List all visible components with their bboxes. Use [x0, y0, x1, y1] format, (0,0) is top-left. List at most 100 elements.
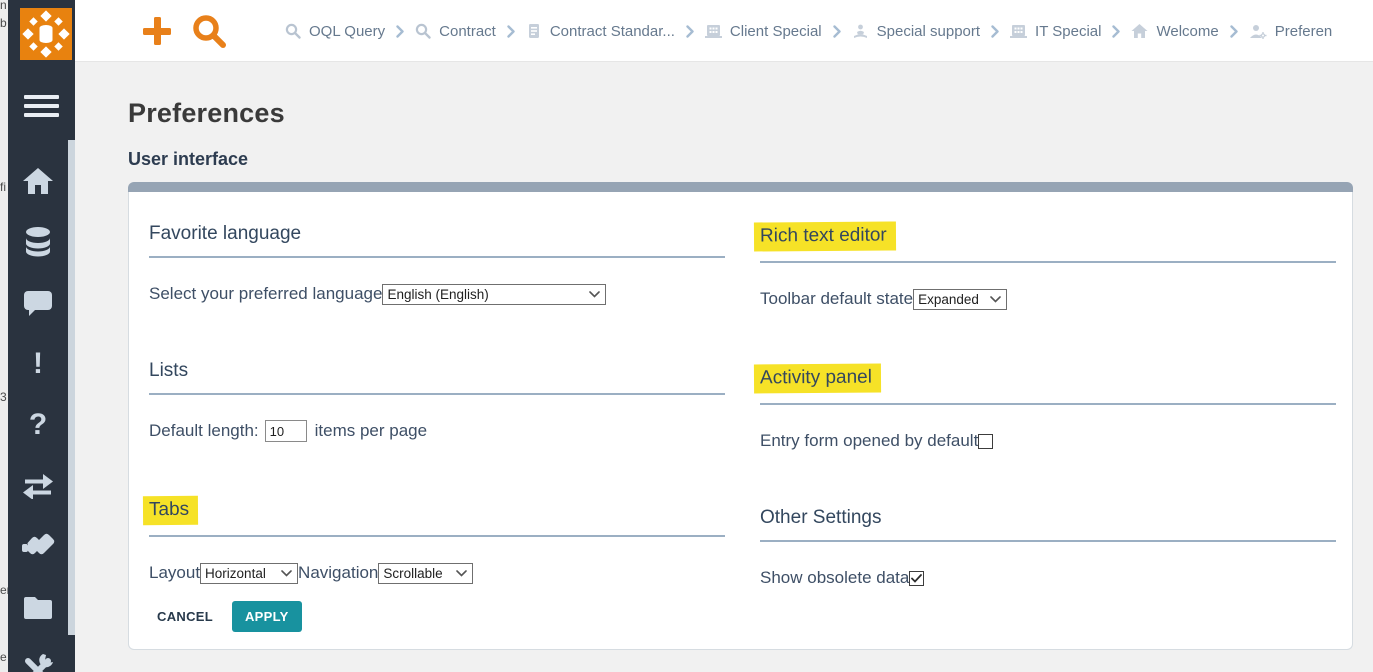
default-length-input[interactable]: [265, 420, 307, 442]
favorite-language-title: Favorite language: [149, 222, 725, 246]
breadcrumb-label: Special support: [877, 23, 980, 40]
home-icon: [1131, 23, 1148, 39]
breadcrumb: OQL Query Contract Contract Standar... C…: [285, 0, 1373, 62]
sidebar-item-admin-tools[interactable]: [8, 638, 68, 672]
navigation-label: Navigation: [298, 563, 378, 583]
show-obsolete-label: Show obsolete data: [760, 568, 909, 588]
tabs-navigation-select[interactable]: Scrollable: [378, 563, 473, 584]
chevron-right-icon: [991, 25, 999, 38]
support-icon: [852, 23, 869, 40]
breadcrumb-label: Preferen: [1275, 23, 1333, 40]
breadcrumb-item-contract-standard[interactable]: Contract Standar...: [526, 23, 675, 40]
form-actions: CANCEL APPLY: [157, 601, 725, 632]
toolbar-state-select[interactable]: Expanded: [913, 289, 1007, 310]
organization-icon: [705, 23, 722, 39]
page-title: Preferences: [128, 98, 1373, 128]
apply-button[interactable]: APPLY: [232, 601, 302, 632]
breadcrumb-label: IT Special: [1035, 23, 1101, 40]
check-icon: [911, 574, 922, 583]
itop-logo[interactable]: [20, 8, 72, 60]
section-tabs: Tabs Layout Horizontal Navigation Scroll…: [149, 496, 725, 632]
section-divider: [149, 393, 725, 395]
chevron-down-icon: [589, 291, 600, 298]
entry-form-checkbox[interactable]: [978, 434, 993, 449]
sidebar-nav: ! ?: [8, 150, 68, 672]
entry-form-label: Entry form opened by default: [760, 431, 978, 451]
breadcrumb-item-it-special[interactable]: IT Special: [1010, 23, 1101, 40]
section-other-settings: Other Settings Show obsolete data: [760, 506, 1336, 590]
sidebar-item-documents[interactable]: [8, 577, 68, 638]
edge-text-fragment: 3: [0, 390, 7, 404]
topbar: OQL Query Contract Contract Standar... C…: [75, 0, 1373, 62]
section-lists: Lists Default length: items per page: [149, 359, 725, 443]
sidebar-item-chat[interactable]: [8, 272, 68, 333]
question-icon: ?: [29, 410, 47, 440]
edge-text-fragment: er: [0, 583, 8, 597]
panel-left-column: Favorite language Select your preferred …: [149, 222, 725, 632]
breadcrumb-item-preferences[interactable]: Preferen: [1249, 23, 1333, 40]
section-divider: [149, 256, 725, 258]
section-activity-panel: Activity panel Entry form opened by defa…: [760, 364, 1336, 453]
breadcrumb-item-special-support[interactable]: Special support: [852, 23, 980, 40]
chevron-right-icon: [1230, 25, 1238, 38]
menu-toggle-button[interactable]: [24, 95, 59, 121]
lists-title: Lists: [149, 359, 725, 383]
section-divider: [760, 261, 1336, 263]
rich-text-editor-title-highlight: Rich text editor: [754, 222, 896, 252]
chevron-down-icon: [456, 570, 467, 577]
tabs-layout-select[interactable]: Horizontal: [200, 563, 298, 584]
sidebar-item-services[interactable]: [8, 516, 68, 577]
chevron-down-icon: [990, 296, 1001, 303]
breadcrumb-item-client-special[interactable]: Client Special: [705, 23, 822, 40]
user-gear-icon: [1249, 23, 1267, 40]
exchange-icon: [22, 473, 54, 499]
section-divider: [149, 535, 725, 537]
chevron-right-icon: [507, 25, 515, 38]
tabs-navigation-value: Scrollable: [383, 566, 442, 581]
breadcrumb-item-welcome[interactable]: Welcome: [1131, 23, 1218, 40]
activity-panel-title-highlight: Activity panel: [754, 364, 881, 394]
comment-icon: [23, 289, 53, 317]
organization-icon: [1010, 23, 1027, 39]
language-label: Select your preferred language: [149, 284, 382, 304]
search-icon: [415, 23, 431, 39]
folder-icon: [22, 595, 54, 621]
search-icon[interactable]: [192, 14, 226, 48]
plus-icon[interactable]: [141, 15, 173, 47]
section-rich-text-editor: Rich text editor Toolbar default state E…: [760, 222, 1336, 311]
section-favorite-language: Favorite language Select your preferred …: [149, 222, 725, 306]
panel-right-column: Rich text editor Toolbar default state E…: [760, 222, 1336, 632]
toolbar-state-value: Expanded: [918, 292, 979, 307]
section-divider: [760, 540, 1336, 542]
sidebar-item-home[interactable]: [8, 150, 68, 211]
chevron-right-icon: [396, 25, 404, 38]
tabs-title-highlight: Tabs: [143, 496, 198, 525]
sidebar-item-help[interactable]: ?: [8, 394, 68, 455]
edge-text-fragment: e: [0, 650, 7, 664]
breadcrumb-label: Welcome: [1156, 23, 1218, 40]
database-icon: [22, 226, 54, 258]
breadcrumb-label: Contract: [439, 23, 496, 40]
breadcrumb-item-oql-query[interactable]: OQL Query: [285, 23, 385, 40]
panel-header-bar: [128, 182, 1353, 192]
sidebar-item-data[interactable]: [8, 211, 68, 272]
sidebar-item-alerts[interactable]: !: [8, 333, 68, 394]
show-obsolete-checkbox[interactable]: [909, 571, 924, 586]
preferences-panel: Favorite language Select your preferred …: [128, 182, 1353, 650]
handshake-icon: [21, 533, 55, 561]
tabs-title: Tabs: [149, 496, 725, 525]
breadcrumb-label: OQL Query: [309, 23, 385, 40]
breadcrumb-label: Contract Standar...: [550, 23, 675, 40]
layout-label: Layout: [149, 563, 200, 583]
language-select[interactable]: English (English): [382, 284, 606, 305]
breadcrumb-item-contract[interactable]: Contract: [415, 23, 496, 40]
cancel-button[interactable]: CANCEL: [157, 609, 213, 624]
sidebar-item-transfer[interactable]: [8, 455, 68, 516]
background-page-strip: n b fi 3 er e: [0, 0, 8, 672]
search-icon: [285, 23, 301, 39]
chevron-right-icon: [833, 25, 841, 38]
edge-text-fragment: b: [0, 16, 7, 30]
sidebar-scrollbar[interactable]: [68, 140, 75, 635]
section-divider: [760, 403, 1336, 405]
section-title-user-interface: User interface: [128, 148, 1373, 170]
